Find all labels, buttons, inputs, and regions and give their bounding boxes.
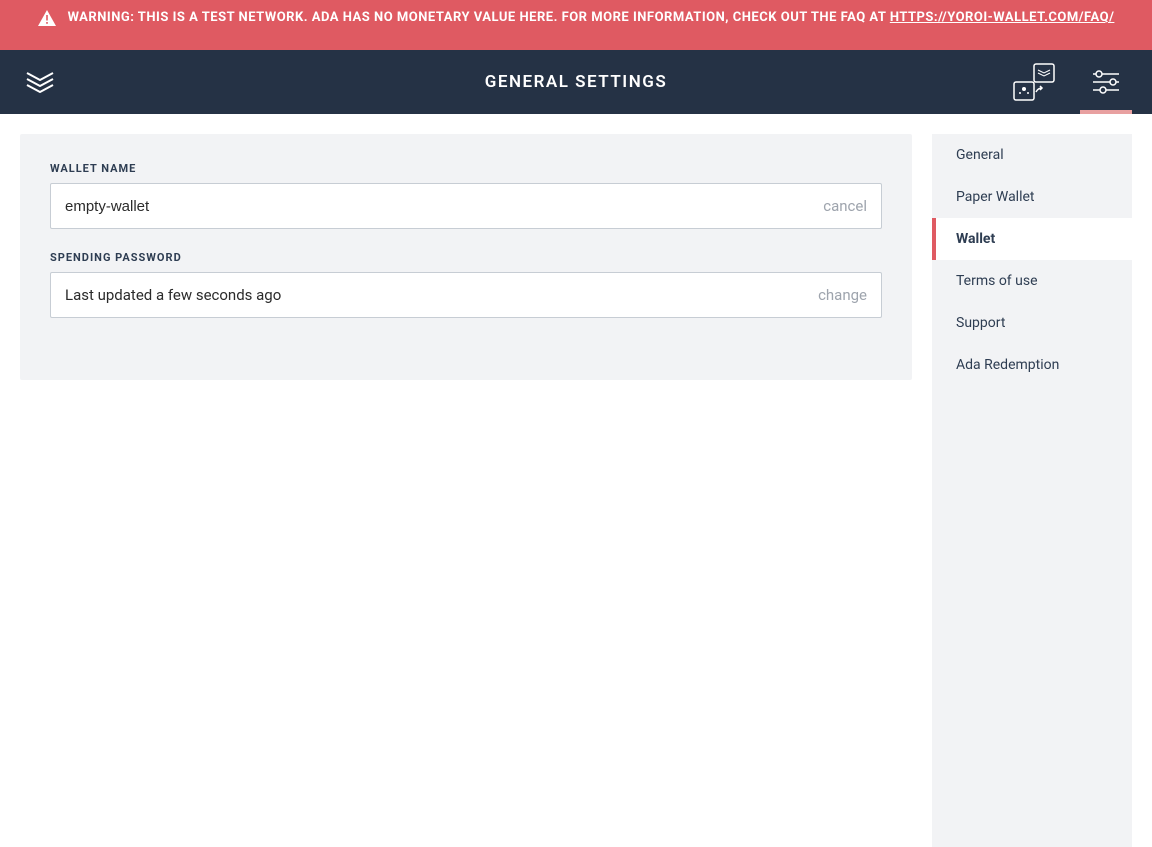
sidebar-item-label: Support (956, 315, 1005, 331)
sidebar-item-paper-wallet[interactable]: Paper Wallet (932, 176, 1132, 218)
warning-text: WARNING: THIS IS A TEST NETWORK. ADA HAS… (68, 8, 1115, 29)
sidebar-item-label: Ada Redemption (956, 357, 1059, 373)
sidebar-item-general[interactable]: General (932, 134, 1132, 176)
sidebar-item-label: General (956, 147, 1004, 163)
warning-icon (38, 10, 56, 30)
warning-banner: WARNING: THIS IS A TEST NETWORK. ADA HAS… (0, 0, 1152, 50)
spending-password-status: Last updated a few seconds ago (65, 286, 818, 304)
spending-password-wrap[interactable]: Last updated a few seconds ago change (50, 272, 882, 318)
warning-faq-link[interactable]: HTTPS://YOROI-WALLET.COM/FAQ/ (890, 10, 1115, 25)
sidebar-item-label: Wallet (956, 231, 995, 247)
sidebar-item-ada-redemption[interactable]: Ada Redemption (932, 344, 1132, 386)
app-header: GENERAL SETTINGS (0, 50, 1152, 114)
spending-password-change-button[interactable]: change (818, 286, 867, 304)
wallet-name-input[interactable] (65, 198, 823, 215)
wallet-name-label: WALLET NAME (50, 162, 882, 175)
settings-sidebar: General Paper Wallet Wallet Terms of use… (932, 134, 1132, 847)
wallet-name-input-wrap[interactable]: cancel (50, 183, 882, 229)
wallet-name-cancel-button[interactable]: cancel (823, 197, 867, 215)
app-logo-icon[interactable] (20, 62, 60, 102)
sidebar-item-label: Paper Wallet (956, 189, 1035, 205)
sidebar-item-terms-of-use[interactable]: Terms of use (932, 260, 1132, 302)
sidebar-item-wallet[interactable]: Wallet (932, 218, 1132, 260)
settings-card: WALLET NAME cancel SPENDING PASSWORD Las… (20, 134, 912, 380)
daedalus-transfer-icon[interactable] (1008, 50, 1060, 114)
settings-icon[interactable] (1080, 50, 1132, 114)
spending-password-label: SPENDING PASSWORD (50, 251, 882, 264)
sidebar-item-support[interactable]: Support (932, 302, 1132, 344)
page-title: GENERAL SETTINGS (485, 72, 667, 92)
sidebar-item-label: Terms of use (956, 273, 1038, 289)
